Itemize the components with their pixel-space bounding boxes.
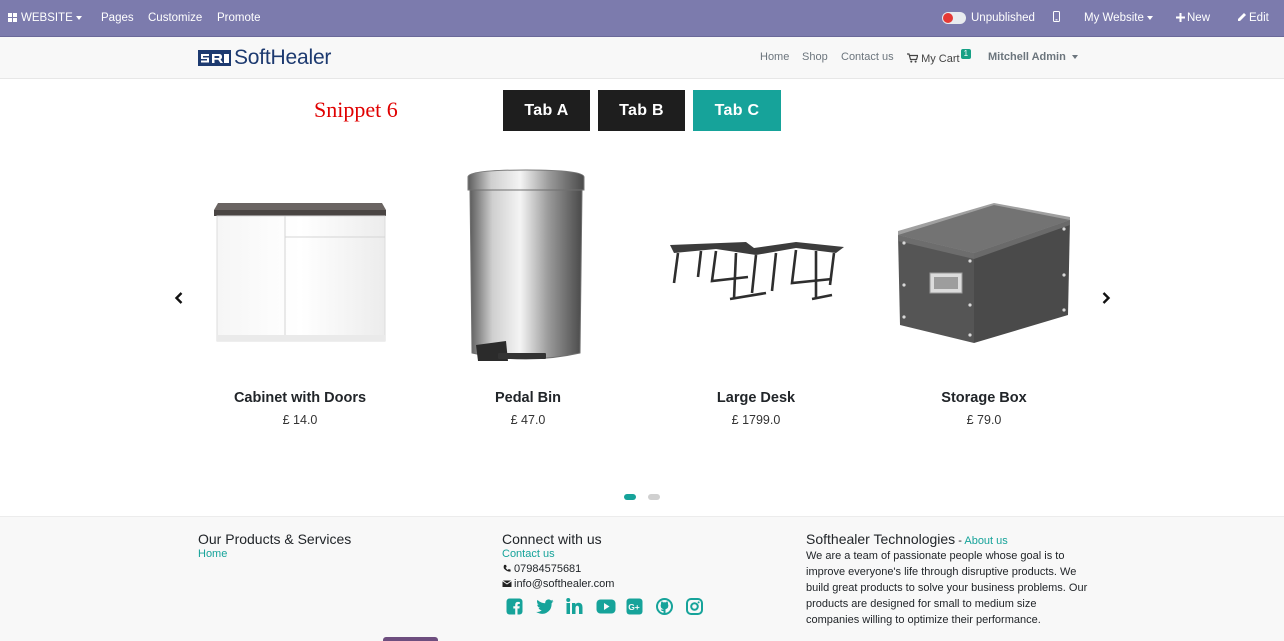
tab-a[interactable]: Tab A bbox=[503, 90, 590, 131]
facebook-icon[interactable] bbox=[506, 597, 536, 615]
snippet-title: Snippet 6 bbox=[314, 97, 398, 122]
softhealer-logo-mark bbox=[198, 50, 231, 66]
customize-menu[interactable]: Customize bbox=[148, 0, 202, 36]
user-name: Mitchell Admin bbox=[988, 51, 1066, 63]
footer-phone: 07984575681 bbox=[502, 563, 614, 575]
youtube-icon[interactable] bbox=[596, 597, 626, 615]
footer-company-separator: - bbox=[955, 535, 965, 547]
footer-products-title: Our Products & Services bbox=[198, 531, 352, 547]
website-menu-label: WEBSITE bbox=[21, 12, 73, 24]
cart-count-badge: 1 bbox=[960, 49, 972, 59]
tab-c[interactable]: Tab C bbox=[693, 90, 781, 131]
site-selector[interactable]: My Website bbox=[1084, 0, 1153, 36]
footer-about-text: We are a team of passionate people whose… bbox=[806, 550, 1088, 626]
chevron-down-icon bbox=[1146, 15, 1153, 20]
product-card[interactable]: Storage Box £ 79.0 bbox=[884, 165, 1084, 427]
nav-home[interactable]: Home bbox=[760, 51, 789, 63]
github-icon[interactable] bbox=[656, 597, 686, 615]
new-button-label: New bbox=[1187, 12, 1211, 24]
tab-b[interactable]: Tab B bbox=[598, 90, 685, 131]
footer-phone-number: 07984575681 bbox=[514, 563, 582, 575]
product-price: £ 79.0 bbox=[966, 413, 1002, 427]
site-selector-label: My Website bbox=[1084, 12, 1144, 24]
nav-contact[interactable]: Contact us bbox=[841, 51, 894, 63]
footer-home-link[interactable]: Home bbox=[198, 548, 351, 560]
publish-status-label[interactable]: Unpublished bbox=[971, 0, 1035, 36]
user-menu[interactable]: Mitchell Admin bbox=[988, 51, 1078, 63]
footer-products-column: Our Products & Services Home bbox=[198, 531, 351, 560]
pages-menu[interactable]: Pages bbox=[101, 0, 134, 36]
website-menu[interactable]: WEBSITE bbox=[8, 0, 82, 36]
product-card[interactable]: Large Desk £ 1799.0 bbox=[656, 165, 856, 427]
footer-about-link[interactable]: About us bbox=[964, 535, 1007, 547]
linkedin-icon[interactable] bbox=[566, 597, 596, 615]
publish-toggle[interactable] bbox=[942, 12, 966, 24]
cart-icon bbox=[907, 53, 919, 63]
site-footer: Our Products & Services Home Connect wit… bbox=[0, 516, 1284, 641]
footer-company-title: Softhealer Technologies bbox=[806, 531, 956, 547]
footer-company-heading: Softhealer Technologies - About us bbox=[806, 531, 1091, 547]
footer-email: info@softhealer.com bbox=[502, 578, 614, 590]
google-plus-icon[interactable]: G+ bbox=[626, 597, 656, 615]
product-name[interactable]: Pedal Bin bbox=[428, 390, 628, 406]
desk-image[interactable] bbox=[656, 165, 856, 375]
mobile-icon bbox=[1053, 11, 1060, 22]
product-card[interactable]: Pedal Bin £ 47.0 bbox=[428, 165, 628, 427]
site-header: SoftHealer Home Shop Contact us My Cart 1… bbox=[0, 37, 1284, 79]
new-button[interactable]: New bbox=[1176, 0, 1210, 36]
footer-contact-link[interactable]: Contact us bbox=[502, 548, 614, 560]
twitter-icon[interactable] bbox=[536, 597, 566, 615]
footer-connect-title: Connect with us bbox=[502, 531, 602, 547]
instagram-icon[interactable] bbox=[686, 597, 716, 615]
chevron-down-icon bbox=[75, 15, 82, 20]
edit-button-label: Edit bbox=[1249, 12, 1269, 24]
nav-cart[interactable]: My Cart 1 bbox=[907, 49, 972, 65]
bottom-edge-tab[interactable] bbox=[383, 637, 438, 641]
product-name[interactable]: Cabinet with Doors bbox=[200, 390, 400, 406]
svg-text:G+: G+ bbox=[628, 602, 640, 612]
product-name[interactable]: Storage Box bbox=[884, 390, 1084, 406]
carousel-dot[interactable] bbox=[648, 494, 660, 500]
apps-grid-icon bbox=[8, 13, 17, 22]
admin-bar: WEBSITE Pages Customize Promote Unpublis… bbox=[0, 0, 1284, 37]
product-name[interactable]: Large Desk bbox=[656, 390, 856, 406]
carousel-dot-active[interactable] bbox=[624, 494, 636, 500]
phone-icon bbox=[503, 564, 511, 572]
edit-button[interactable]: Edit bbox=[1237, 0, 1269, 36]
product-card[interactable]: Cabinet with Doors £ 14.0 bbox=[200, 165, 400, 427]
product-price: £ 1799.0 bbox=[731, 413, 781, 427]
logo-text: SoftHealer bbox=[234, 46, 332, 69]
chevron-down-icon bbox=[1071, 55, 1078, 60]
footer-connect-column: Connect with us Contact us 07984575681 i… bbox=[502, 531, 614, 590]
mobile-preview-button[interactable] bbox=[1053, 0, 1060, 36]
cart-label: My Cart bbox=[921, 53, 960, 65]
pencil-icon bbox=[1238, 13, 1246, 21]
promote-menu[interactable]: Promote bbox=[217, 0, 260, 36]
pedal-bin-image[interactable] bbox=[428, 165, 628, 375]
storage-box-image[interactable] bbox=[884, 165, 1084, 375]
footer-email-address[interactable]: info@softhealer.com bbox=[514, 578, 614, 590]
product-price: £ 47.0 bbox=[510, 413, 546, 427]
footer-company-column: Softhealer Technologies - About us We ar… bbox=[806, 531, 1091, 628]
carousel-next-icon[interactable] bbox=[1100, 290, 1112, 306]
product-price: £ 14.0 bbox=[282, 413, 318, 427]
social-links: G+ bbox=[506, 597, 716, 615]
cabinet-image[interactable] bbox=[200, 165, 400, 375]
carousel-prev-icon[interactable] bbox=[173, 290, 185, 306]
nav-shop[interactable]: Shop bbox=[802, 51, 828, 63]
toggle-knob bbox=[943, 13, 953, 23]
site-logo[interactable]: SoftHealer bbox=[198, 44, 331, 72]
envelope-icon bbox=[502, 580, 512, 587]
plus-icon bbox=[1176, 13, 1185, 22]
